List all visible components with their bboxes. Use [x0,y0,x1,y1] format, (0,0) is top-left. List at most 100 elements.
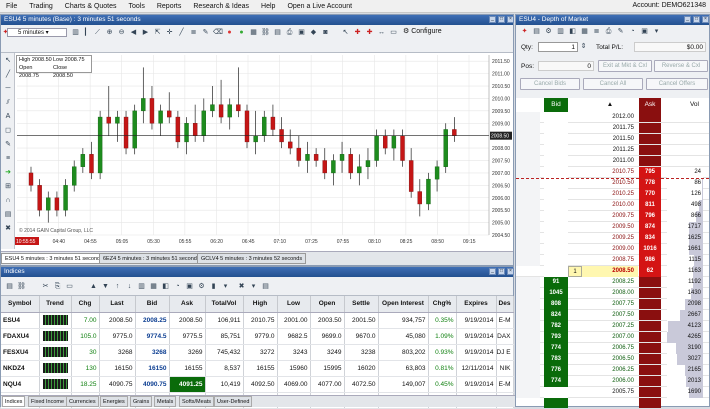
dom-price-row[interactable]: 2010.25 770 126 [516,189,709,200]
dom-ask-cell[interactable] [639,123,661,134]
dom-maximize-icon[interactable]: □ [693,16,700,23]
dom-qty-cell[interactable] [516,156,540,167]
indices-close-icon[interactable]: × [507,268,514,275]
dom-qty-cell[interactable] [516,277,540,288]
maximize-icon[interactable]: □ [498,16,505,23]
dom-bid-cell[interactable] [544,233,568,244]
dom-ask-cell[interactable]: 986 [639,255,661,266]
alert-bell-icon[interactable]: ◔ [173,282,182,291]
alert-icon[interactable]: ◆ [309,28,318,37]
timeframe-select[interactable]: 5 minutes ▾ [7,28,67,37]
dom-bid-cell[interactable] [544,255,568,266]
dom-qty-cell[interactable] [516,354,540,365]
column-header-trend[interactable]: Trend [39,296,72,313]
menu-item-tools[interactable]: Tools [123,3,151,10]
trendline-icon[interactable]: ╱ [177,28,186,37]
dom-qty-cell[interactable] [516,288,540,299]
close-icon[interactable]: × [507,16,514,23]
menu-item-trading[interactable]: Trading [23,3,58,10]
dom-price-row[interactable]: 2012.00 [516,112,709,123]
tab-metals[interactable]: Metals [154,396,177,407]
dom-ask-cell[interactable] [639,277,661,288]
dom-qty-cell[interactable] [516,310,540,321]
dom-price-row[interactable]: 782 2007.25 4123 [516,321,709,332]
column-header-ask[interactable]: Ask [169,296,206,313]
dom-qty-cell[interactable] [516,123,540,134]
rect-tool-icon[interactable]: ▭ [389,28,398,37]
dom-symbol-icon[interactable]: ▤ [532,27,541,36]
cancel-offers-button[interactable]: Cancel Offers [646,78,708,90]
hline-icon[interactable]: ─ [4,85,12,93]
measure-icon[interactable]: ⊞ [4,183,12,191]
tab-grains[interactable]: Grains [130,396,153,407]
dom-qty-cell[interactable] [516,134,540,145]
dom-bid-cell[interactable] [544,266,568,277]
dom-bid-cell[interactable]: 782 [544,321,568,332]
dom-price-row[interactable]: 776 2006.25 2165 [516,365,709,376]
paste-icon[interactable]: ▭ [65,282,74,291]
dom-ask-cell[interactable] [639,354,661,365]
buy-arrow-icon[interactable]: ➜ [4,169,12,177]
dom-bid-cell[interactable] [544,134,568,145]
columns-icon[interactable]: ▮ [209,282,218,291]
dom-price-row[interactable]: 1045 2008.00 1430 [516,288,709,299]
dom-grid-icon[interactable]: ▦ [580,27,589,36]
dom-ask-cell[interactable] [639,156,661,167]
dom-price-row[interactable]: 2010.00 811 498 [516,200,709,211]
column-header-bid[interactable]: Bid [135,296,170,313]
dom-price-row[interactable]: 91 2008.25 1192 [516,277,709,288]
dom-more-icon[interactable]: ▾ [652,27,661,36]
pencil-icon[interactable]: ✎ [201,28,210,37]
cancel-all-button[interactable]: Cancel All [583,78,643,90]
dom-qty-cell[interactable] [516,387,540,398]
menu-item-charts-quotes[interactable]: Charts & Quotes [59,3,123,10]
dom-ask-cell[interactable] [639,365,661,376]
menu-item-open-a-live-account[interactable]: Open a Live Account [281,3,358,10]
cancel-bids-button[interactable]: Cancel Bids [520,78,580,90]
move-down-icon[interactable]: ▼ [101,282,110,291]
dom-qty-cell[interactable]: 1 [568,266,582,277]
cross-icon[interactable]: ✚ [365,28,374,37]
column-header-des[interactable]: Des [496,296,514,313]
column-header-expires[interactable]: Expires [456,296,497,313]
save-icon[interactable]: ▣ [297,28,306,37]
dom-price-row[interactable]: 783 2006.50 3027 [516,354,709,365]
dom-ladder[interactable]: 2012.00 2011.75 2011.50 2011.25 2011.00 2010.… [516,112,709,408]
dom-bid-cell[interactable] [544,167,568,178]
dom-price-row[interactable]: 2009.75 796 866 [516,211,709,222]
dom-qty-cell[interactable] [516,255,540,266]
column-header-low[interactable]: Low [277,296,311,313]
dom-bid-cell[interactable]: 776 [544,365,568,376]
zoom-in-icon[interactable]: ⊕ [105,28,114,37]
dom-bid-cell[interactable] [544,112,568,123]
link-icon[interactable]: ⛓ [261,28,270,37]
dom-bid-cell[interactable]: 793 [544,332,568,343]
indices-maximize-icon[interactable]: □ [498,268,505,275]
column-header-chg-[interactable]: Chg% [428,296,457,313]
shape-tool-icon[interactable]: ◻ [4,127,12,135]
chart-tab[interactable]: GCLV4 5 minutes : 3 minutes 52 seconds [197,253,307,264]
back-icon[interactable]: ◀ [129,28,138,37]
dom-price-row[interactable]: 2011.75 [516,123,709,134]
dom-price-row[interactable]: 2009.00 1016 1661 [516,244,709,255]
dom-minimize-icon[interactable]: _ [684,16,691,23]
dom-bid-cell[interactable]: 808 [544,299,568,310]
indices-minimize-icon[interactable]: _ [489,268,496,275]
dom-price-row[interactable]: 2005.75 1690 [516,387,709,398]
dom-icon[interactable]: ▦ [149,282,158,291]
dom-price-row[interactable]: 2011.00 [516,156,709,167]
column-header-open[interactable]: Open [310,296,345,313]
dom-bid-cell[interactable] [544,200,568,211]
dom-ask-cell[interactable]: 834 [639,233,661,244]
dom-alert-icon[interactable]: ◔ [628,27,637,36]
news-icon[interactable]: ▣ [185,282,194,291]
dom-pin-icon[interactable]: ✦ [520,27,529,36]
dom-qty-cell[interactable] [516,211,540,222]
dom-bid-cell[interactable] [544,211,568,222]
dom-ask-cell[interactable]: 778 [639,178,661,189]
dom-ask-cell[interactable] [639,321,661,332]
channel-icon[interactable]: ⫽ [4,99,12,107]
dom-qty-cell[interactable] [516,167,540,178]
dom-price-row[interactable]: 2010.50 778 86 [516,178,709,189]
column-header-open-interest[interactable]: Open Interest [378,296,429,313]
